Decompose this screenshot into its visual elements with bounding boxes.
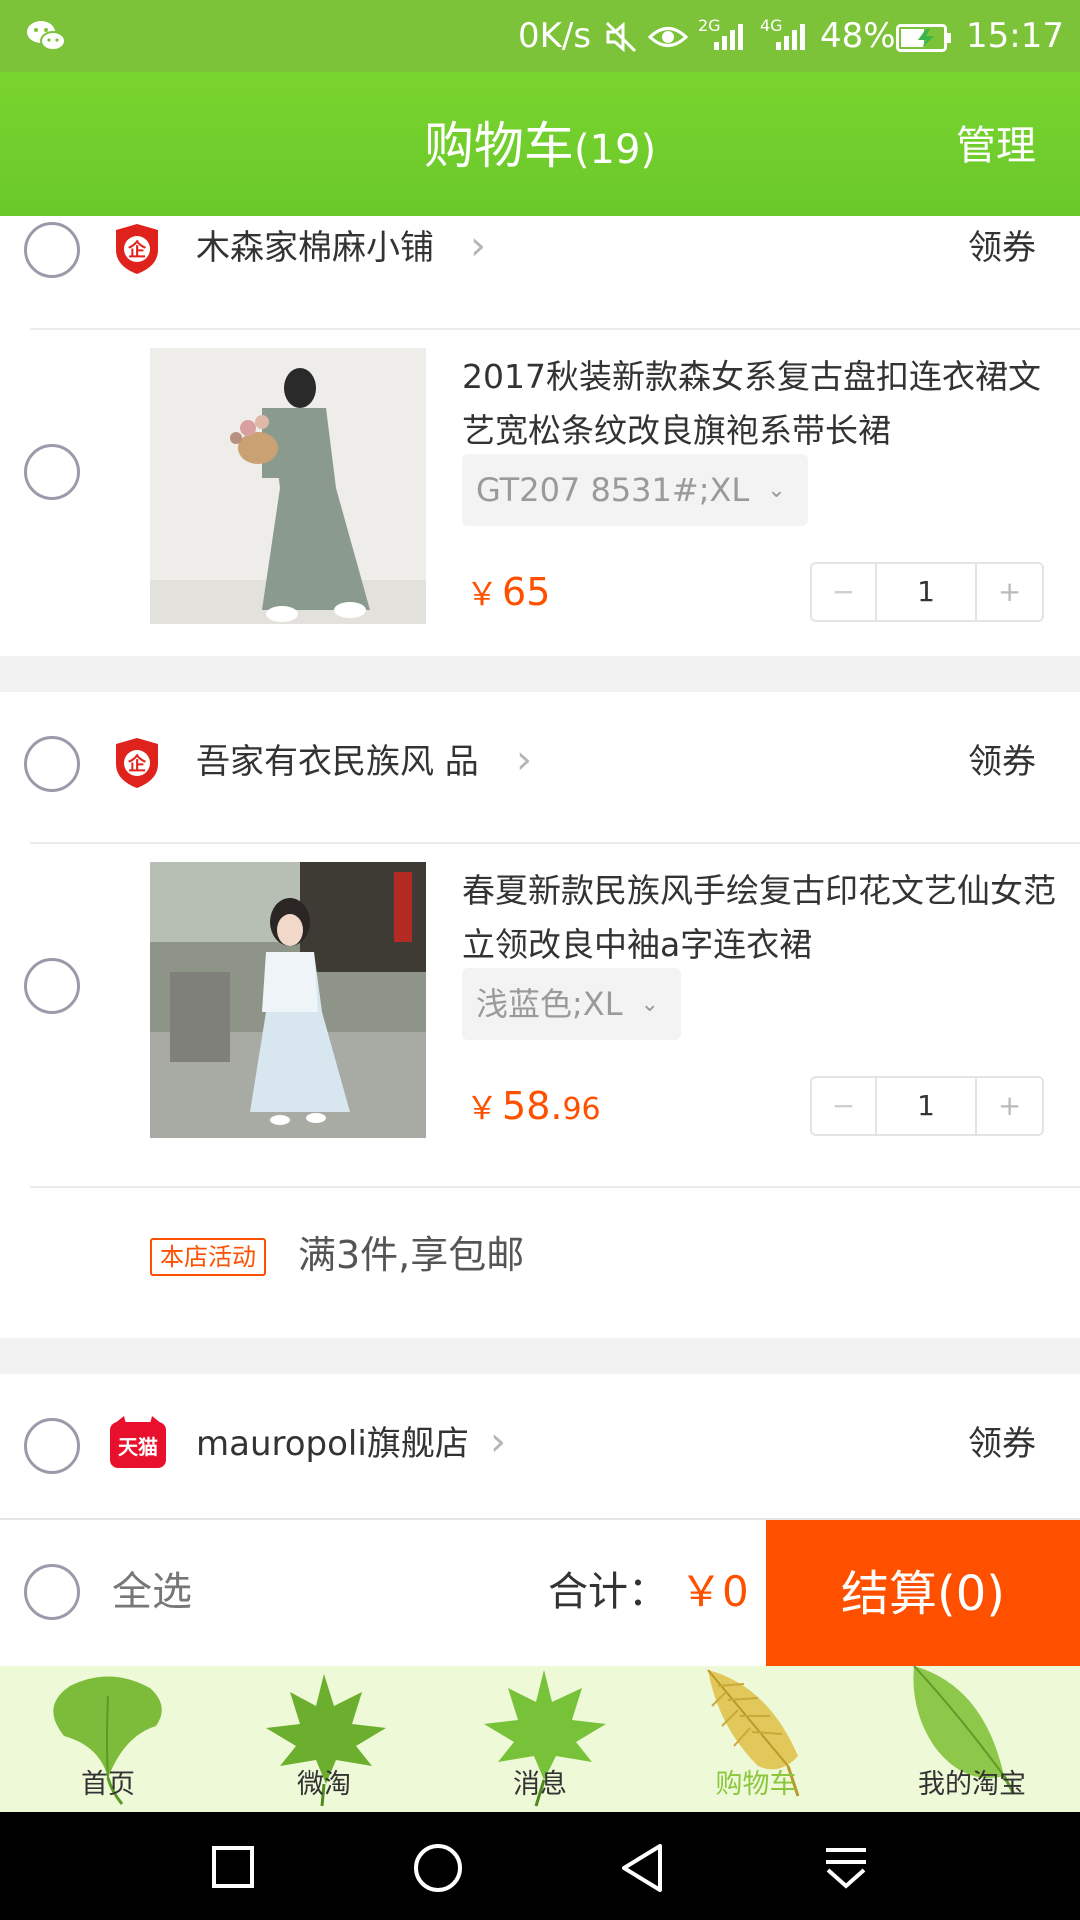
price-integer: 65	[502, 570, 551, 614]
shop-name[interactable]: 木森家棉麻小铺	[196, 226, 434, 270]
promo-tag: 本店活动	[150, 1238, 266, 1276]
tmall-logo-icon: 天猫	[110, 1416, 166, 1468]
settle-button[interactable]: 结算(0)	[766, 1520, 1080, 1668]
tab-cart[interactable]: 购物车	[648, 1666, 864, 1812]
sku-text: GT207 8531#;XL	[476, 471, 750, 509]
home-circle-icon[interactable]	[412, 1842, 464, 1894]
shop-card: 企 吾家有衣民族风 品 › 领券 春夏新款民族风手绘复古印花文艺仙女范立领改良中…	[0, 692, 1080, 1338]
status-bar: 0K/s 2G 4G 48% 15:17	[0, 0, 1080, 72]
quantity-value[interactable]: 1	[877, 1078, 975, 1134]
enterprise-shield-icon: 企	[116, 738, 158, 788]
chevron-right-icon: ›	[470, 223, 486, 269]
shop-select-radio[interactable]	[24, 1418, 80, 1474]
currency-symbol: ￥	[466, 1089, 499, 1127]
product-image[interactable]	[150, 862, 426, 1138]
decrease-button[interactable]: −	[812, 1078, 877, 1134]
tab-home[interactable]: 首页	[0, 1666, 216, 1812]
wechat-icon	[27, 21, 66, 51]
shop-card: 天猫 mauropoli旗舰店 › 领券	[0, 1374, 1080, 1518]
tab-weitao[interactable]: 微淘	[216, 1666, 432, 1812]
app-header: 购物车(19) 管理	[0, 72, 1080, 216]
svg-text:企: 企	[127, 239, 147, 261]
notification-pulldown-icon[interactable]	[822, 1844, 870, 1892]
cart-count: (19)	[573, 127, 657, 173]
quantity-value[interactable]: 1	[877, 564, 975, 620]
tab-label: 消息	[513, 1769, 567, 1800]
battery-charging-icon	[896, 24, 951, 52]
chevron-down-icon: ⌄	[640, 992, 659, 1017]
total-label: 合计：	[548, 1569, 668, 1615]
item-select-radio[interactable]	[24, 444, 80, 500]
increase-button[interactable]: +	[975, 1078, 1042, 1134]
signal-icon	[776, 24, 805, 50]
tab-messages[interactable]: 消息	[432, 1666, 648, 1812]
mute-icon	[605, 21, 637, 53]
shop-select-radio[interactable]	[24, 222, 80, 278]
product-price: ￥ 65	[466, 564, 550, 624]
currency-symbol: ￥	[466, 575, 499, 613]
product-image[interactable]	[150, 348, 426, 624]
sku-text: 浅蓝色;XL	[476, 985, 623, 1023]
product-title[interactable]: 2017秋装新款森女系复古盘扣连衣裙文艺宽松条纹改良旗袍系带长裙	[462, 350, 1062, 458]
chevron-right-icon: ›	[516, 737, 532, 783]
divider	[30, 842, 1080, 844]
increase-button[interactable]: +	[975, 564, 1042, 620]
tab-my-taobao[interactable]: 我的淘宝	[864, 1666, 1080, 1812]
divider	[30, 1186, 1080, 1188]
decrease-button[interactable]: −	[812, 564, 877, 620]
shop-name[interactable]: 吾家有衣民族风 品	[196, 740, 479, 784]
select-all-radio[interactable]	[24, 1564, 80, 1620]
clock: 15:17	[966, 16, 1064, 56]
back-triangle-icon[interactable]	[618, 1842, 666, 1894]
system-nav-bar	[0, 1812, 1080, 1920]
net-speed: 0K/s	[518, 16, 592, 56]
shop-select-radio[interactable]	[24, 736, 80, 792]
total-value: ￥0	[680, 1567, 749, 1616]
chevron-right-icon: ›	[490, 1419, 506, 1465]
select-all-label[interactable]: 全选	[112, 1566, 192, 1618]
page-title-text: 购物车	[423, 117, 574, 175]
enterprise-shield-icon: 企	[116, 224, 158, 274]
tab-label: 购物车	[715, 1769, 797, 1800]
shop-card: 企 木森家棉麻小铺 › 领券 2017秋装新款森女系复古盘扣连衣裙文艺宽松条纹改…	[0, 216, 1080, 656]
promo-text: 满3件,享包邮	[298, 1233, 525, 1277]
sku-selector[interactable]: 浅蓝色;XL ⌄	[462, 968, 681, 1040]
item-select-radio[interactable]	[24, 958, 80, 1014]
quantity-stepper[interactable]: − 1 +	[810, 1076, 1044, 1136]
sku-selector[interactable]: GT207 8531#;XL ⌄	[462, 454, 808, 526]
quantity-stepper[interactable]: − 1 +	[810, 562, 1044, 622]
tab-label: 首页	[81, 1769, 135, 1800]
product-price: ￥ 58.96	[466, 1078, 601, 1138]
chevron-down-icon: ⌄	[767, 478, 786, 503]
bottom-tab-bar: 首页 微淘 消息 购物车 我的淘宝	[0, 1666, 1080, 1812]
cart-list[interactable]: 企 木森家棉麻小铺 › 领券 2017秋装新款森女系复古盘扣连衣裙文艺宽松条纹改…	[0, 216, 1080, 1518]
checkout-bar: 全选 合计： ￥0 结算(0)	[0, 1518, 1080, 1668]
eye-icon	[648, 27, 688, 47]
tab-label: 微淘	[297, 1769, 351, 1800]
svg-text:天猫: 天猫	[118, 1435, 158, 1459]
shop-name[interactable]: mauropoli旗舰店	[196, 1422, 469, 1466]
recents-square-icon[interactable]	[210, 1844, 256, 1890]
price-integer: 58.	[502, 1084, 563, 1128]
coupon-button[interactable]: 领券	[968, 226, 1036, 270]
page-title: 购物车(19)	[0, 116, 1080, 180]
tab-label: 我的淘宝	[918, 1769, 1026, 1800]
manage-button[interactable]: 管理	[956, 122, 1036, 170]
price-decimal: 96	[562, 1092, 601, 1127]
signal-icon	[714, 24, 743, 50]
product-title[interactable]: 春夏新款民族风手绘复古印花文艺仙女范立领改良中袖a字连衣裙	[462, 864, 1062, 972]
divider	[30, 328, 1080, 330]
battery-percent: 48%	[820, 16, 896, 56]
coupon-button[interactable]: 领券	[968, 740, 1036, 784]
svg-text:企: 企	[127, 753, 147, 775]
coupon-button[interactable]: 领券	[968, 1422, 1036, 1466]
